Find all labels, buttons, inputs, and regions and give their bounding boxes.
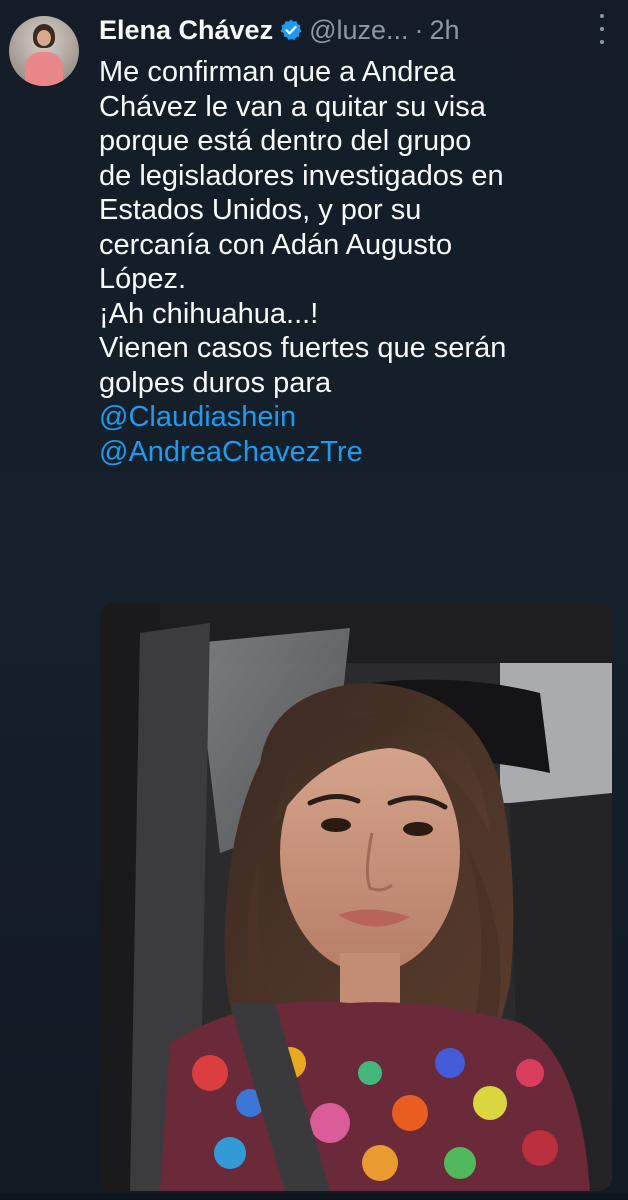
tweet-text-line: porque está dentro del grupo (99, 125, 472, 157)
tweet-text-line: Vienen casos fuertes que serán (99, 332, 507, 364)
photo-selfie-in-car (100, 603, 612, 1191)
tweet-text: Me confirman que a Andrea Chávez le van … (99, 55, 614, 469)
mention-link-claudiashein[interactable]: @Claudiashein (99, 400, 614, 435)
timestamp[interactable]: 2h (430, 15, 460, 46)
tweet-text-line: ¡Ah chihuahua...! (99, 297, 319, 330)
tweet-text-line: de legisladores investigados en (99, 159, 504, 192)
more-vertical-icon[interactable] (598, 14, 606, 44)
bottom-divider (0, 1194, 628, 1200)
tweet-photo[interactable] (100, 603, 612, 1191)
mention-link-andreachaveztre[interactable]: @AndreaChavezTre (99, 435, 614, 470)
tweet[interactable]: Elena Chávez @luze... · 2h Me confirman … (0, 0, 628, 1200)
tweet-text-line: Estados Unidos, y por su (99, 194, 422, 226)
tweet-text-line: Me confirman que a Andrea (99, 56, 456, 88)
tweet-text-line: Chávez le van a quitar su visa (99, 90, 486, 123)
tweet-header: Elena Chávez @luze... · 2h (99, 10, 460, 50)
avatar[interactable] (9, 16, 79, 86)
avatar-face (37, 30, 51, 46)
tweet-text-line: cercanía con Adán Augusto (99, 228, 453, 261)
avatar-shirt (25, 52, 63, 86)
verified-badge-icon (279, 18, 303, 42)
tweet-text-line: López. (99, 263, 187, 295)
separator-dot: · (414, 14, 424, 45)
author-name[interactable]: Elena Chávez (99, 15, 273, 46)
author-handle[interactable]: @luze... (309, 15, 408, 46)
tweet-text-line: golpes duros para (99, 366, 332, 399)
